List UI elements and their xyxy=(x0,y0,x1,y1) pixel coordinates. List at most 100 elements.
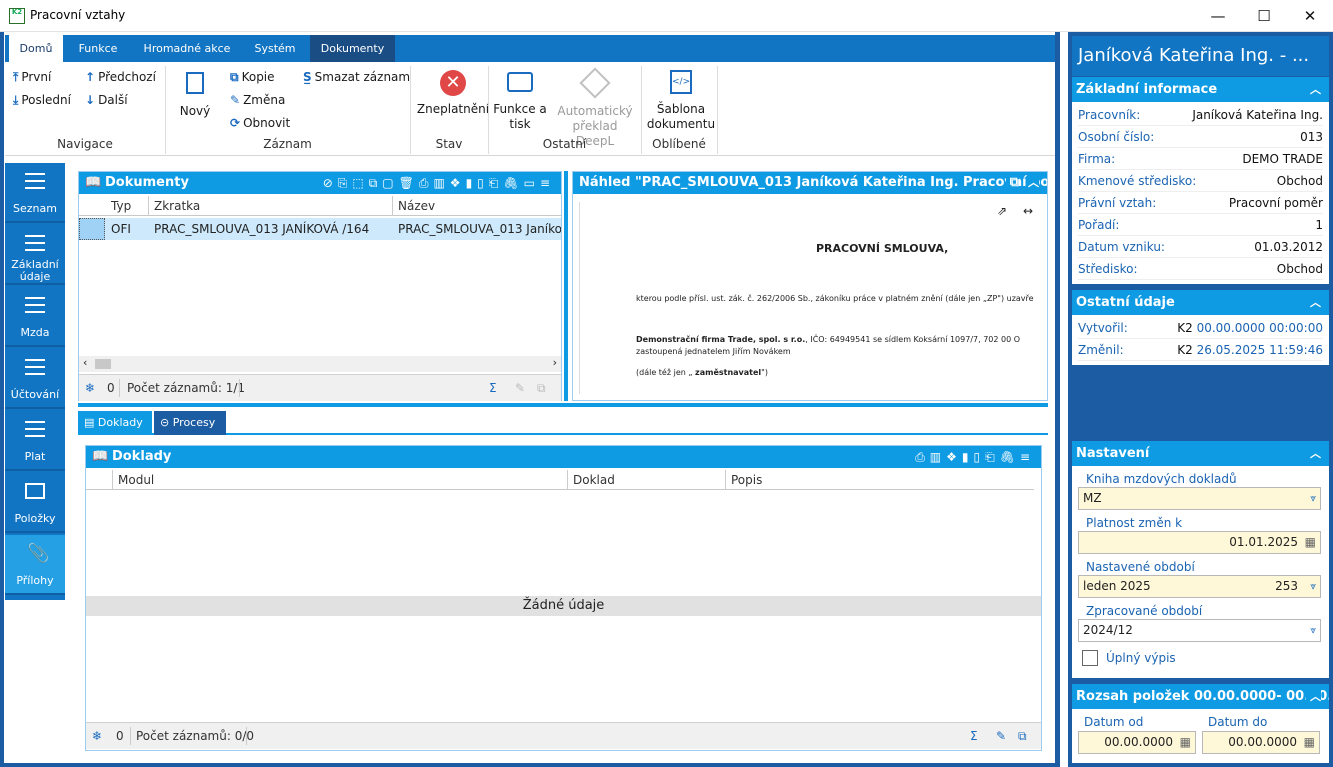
refresh-button[interactable]: ⟳ Obnovit xyxy=(230,116,290,130)
col-popis[interactable]: Popis xyxy=(731,470,762,490)
doc-line-4: (dále též jen „ zaměstnavatel") xyxy=(636,368,768,377)
chevron-down-icon[interactable]: ⩔ xyxy=(1310,488,1316,509)
nav-item-seznam[interactable]: Seznam xyxy=(5,163,65,223)
divider xyxy=(246,727,247,745)
popout-icon[interactable]: ⧉ xyxy=(1005,172,1019,194)
full-listing-checkbox[interactable] xyxy=(1082,650,1098,666)
tab-procesy[interactable]: ⊝ Procesy xyxy=(154,411,226,435)
calendar-icon[interactable]: ▦ xyxy=(1305,532,1316,553)
tab-domu[interactable]: Domů xyxy=(9,35,63,62)
processed-label: Zpracované období xyxy=(1086,604,1203,618)
date-from-field[interactable]: 00.00.0000 ▦ xyxy=(1078,731,1196,754)
col-doklad[interactable]: Doklad xyxy=(573,470,615,490)
document-template-button[interactable]: </> Šablona dokumentu xyxy=(645,70,717,132)
minimize-button[interactable]: — xyxy=(1195,0,1241,32)
calendar-icon[interactable]: ▦ xyxy=(1304,732,1315,753)
refresh-icon: ⟳ xyxy=(230,116,241,130)
tab-hromadne-akce[interactable]: Hromadné akce xyxy=(135,35,239,62)
doklady-toolbar-icons[interactable]: ⎙▥❖▮▯⎗🖇≡ xyxy=(915,446,1035,468)
copy-button[interactable]: ⧉ Kopie xyxy=(230,70,275,85)
nav-item-zakladni-udaje[interactable]: Základní údaje xyxy=(5,225,65,285)
col-modul[interactable]: Modul xyxy=(118,470,154,490)
row-selector[interactable] xyxy=(79,218,105,240)
copy-label: Kopie xyxy=(241,70,275,84)
chevron-up-icon[interactable]: ︿ xyxy=(1310,290,1321,315)
table-row[interactable]: OFI PRAC_SMLOUVA_013 JANÍKOVÁ /164 PRAC_… xyxy=(79,218,561,240)
col-nazev[interactable]: Název xyxy=(398,196,435,216)
date-from-label: Datum od xyxy=(1084,715,1144,729)
processed-value: 2024/12 xyxy=(1083,623,1133,637)
doc-icon: ▤ xyxy=(84,416,98,429)
ribbon-tabs: Domů Funkce Hromadné akce Systém Dokumen… xyxy=(5,35,1055,62)
scroll-thumb[interactable] xyxy=(95,359,111,369)
nav-item-plat[interactable]: Plat xyxy=(5,411,65,471)
tab-system[interactable]: Systém xyxy=(245,35,305,62)
tab-dokumenty[interactable]: Dokumenty xyxy=(310,35,395,62)
tab-doklady[interactable]: ▤ Doklady xyxy=(78,411,152,435)
functions-print-label-1: Funkce a xyxy=(493,102,547,116)
vertical-splitter[interactable] xyxy=(564,171,568,401)
next-button[interactable]: ↓ Další xyxy=(85,93,128,107)
title-bar: K2 Pracovní vztahy — ☐ ✕ xyxy=(0,0,1333,32)
book-select[interactable]: MZ ⩔ xyxy=(1078,487,1321,510)
sum-icon[interactable]: Σ xyxy=(489,375,497,402)
validity-date-field[interactable]: 01.01.2025 ▦ xyxy=(1078,531,1321,554)
nav-item-uctovani[interactable]: Účtování xyxy=(5,349,65,409)
horizontal-scrollbar[interactable]: ‹ › xyxy=(79,356,561,372)
kv-row: Změnil: K2 26.05.2025 11:59:46 xyxy=(1078,339,1323,361)
chevron-down-icon[interactable]: ⩔ xyxy=(1310,576,1316,597)
close-button[interactable]: ✕ xyxy=(1287,0,1333,32)
nav-item-polozky[interactable]: Položky xyxy=(5,473,65,533)
chevron-down-icon[interactable]: ⩔ xyxy=(1310,620,1316,641)
scroll-left-icon[interactable]: ‹ xyxy=(83,356,87,369)
col-zkratka[interactable]: Zkratka xyxy=(154,196,200,216)
snowflake-icon[interactable]: ❄ xyxy=(85,375,95,402)
first-button[interactable]: ⤒ První xyxy=(13,70,51,85)
functions-print-button[interactable]: Funkce a tisk xyxy=(492,70,548,132)
last-button[interactable]: ⤓ Poslední xyxy=(13,93,71,108)
sum-icon[interactable]: Σ xyxy=(970,723,978,750)
processed-select[interactable]: 2024/12 ⩔ xyxy=(1078,619,1321,642)
maximize-button[interactable]: ☐ xyxy=(1241,0,1287,32)
kv-row: Kmenové středisko: Obchod xyxy=(1078,170,1323,192)
kv-value: 013 xyxy=(1300,130,1323,144)
fit-width-icon[interactable]: ↔ xyxy=(1023,204,1033,218)
chevron-up-icon[interactable]: ︿ xyxy=(1310,77,1321,102)
date-to-label: Datum do xyxy=(1208,715,1268,729)
kv-value: Pracovní poměr xyxy=(1228,196,1323,210)
date-to-field[interactable]: 00.00.0000 ▦ xyxy=(1202,731,1320,754)
chevron-up-icon[interactable]: ︿ xyxy=(1306,684,1321,709)
col-typ[interactable]: Typ xyxy=(111,196,131,216)
delete-record-button[interactable]: S̲ Smazat záznam xyxy=(303,70,410,84)
basic-info-header[interactable]: Základní informace ︿ xyxy=(1072,77,1329,102)
chevron-up-icon[interactable]: ︿ xyxy=(1028,172,1039,194)
edit-icon[interactable]: ✎ xyxy=(996,723,1006,750)
calendar-icon[interactable]: ▦ xyxy=(1180,732,1191,753)
nav-item-mzda[interactable]: Mzda xyxy=(5,287,65,347)
horizontal-splitter[interactable] xyxy=(78,403,1048,407)
form-icon[interactable]: ⧉ xyxy=(1018,723,1027,750)
new-document-icon xyxy=(186,72,204,94)
scroll-right-icon[interactable]: › xyxy=(553,356,557,369)
edit-button[interactable]: ✎ Změna xyxy=(230,93,285,107)
period-select[interactable]: leden 2025 253 ⩔ xyxy=(1078,575,1321,598)
lower-tabs: ▤ Doklady ⊝ Procesy xyxy=(78,411,1048,435)
previous-button[interactable]: ↑ Předchozí xyxy=(85,70,156,84)
open-external-icon[interactable]: ⇗ xyxy=(997,204,1007,218)
chevron-up-icon[interactable]: ︿ xyxy=(1310,441,1321,466)
preview-document: ⇗ ↔ PRACOVNÍ SMLOUVA, kterou podle přísl… xyxy=(579,202,1041,394)
other-info-header[interactable]: Ostatní údaje ︿ xyxy=(1072,290,1329,315)
settings-header[interactable]: Nastavení ︿ xyxy=(1072,441,1329,466)
invalidate-button[interactable]: ✕ Zneplatnění xyxy=(414,70,492,117)
cell-zkratka: PRAC_SMLOUVA_013 JANÍKOVÁ /164 xyxy=(154,222,370,236)
documents-panel: 📖 Dokumenty ⊘⎘⬚⧉▢🗑⎙▥❖▮▯⎗🖇▭≡ Typ Zkratka … xyxy=(78,171,562,401)
template-label-2: dokumentu xyxy=(646,117,716,131)
documents-toolbar-icons[interactable]: ⊘⎘⬚⧉▢🗑⎙▥❖▮▯⎗🖇▭≡ xyxy=(323,172,555,194)
created-user: K2 xyxy=(1177,321,1193,335)
arrow-down-bar-icon: ⤓ xyxy=(13,93,19,107)
snowflake-icon[interactable]: ❄ xyxy=(92,723,102,750)
range-header[interactable]: Rozsah položek 00.00.0000- 00.00.... ︿ xyxy=(1072,684,1329,709)
nav-item-prilohy[interactable]: 📎 Přílohy xyxy=(5,535,65,595)
new-button[interactable]: Nový xyxy=(175,70,215,119)
tab-funkce[interactable]: Funkce xyxy=(68,35,128,62)
